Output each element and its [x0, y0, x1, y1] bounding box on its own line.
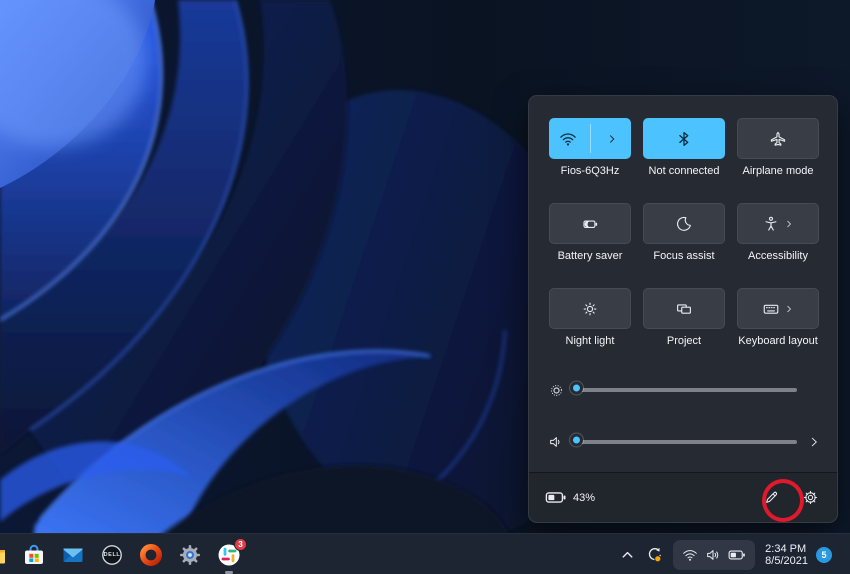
focus-assist-tile[interactable]	[643, 203, 725, 244]
bluetooth-tile[interactable]	[643, 118, 725, 159]
wifi-tile[interactable]	[549, 118, 631, 159]
system-tray: 2:34 PM 8/5/2021 5	[617, 534, 850, 574]
focus-assist-icon	[675, 215, 693, 233]
tray-volume-icon	[705, 547, 721, 563]
wifi-expand-button[interactable]	[594, 119, 631, 158]
microsoft-store-icon	[22, 543, 46, 567]
tray-sync-button[interactable]	[643, 544, 665, 566]
quick-settings-panel: Fios-6Q3Hz Not connected Airplane	[528, 95, 838, 523]
brightness-slider[interactable]	[575, 388, 797, 392]
brightness-slider-thumb[interactable]	[570, 382, 583, 395]
brightness-icon	[545, 382, 567, 399]
project-tile-label: Project	[667, 335, 701, 348]
mail-icon	[61, 543, 85, 567]
volume-output-expand-button[interactable]	[803, 431, 825, 453]
battery-saver-tile[interactable]	[549, 203, 631, 244]
night-light-tile[interactable]	[549, 288, 631, 329]
slack-notification-badge: 3	[234, 538, 247, 551]
desktop: Fios-6Q3Hz Not connected Airplane	[0, 0, 850, 574]
office-icon	[139, 543, 163, 567]
tray-clock[interactable]: 2:34 PM 8/5/2021	[765, 543, 808, 567]
airplane-mode-tile[interactable]	[737, 118, 819, 159]
tile-divider	[590, 124, 591, 153]
night-light-icon	[581, 300, 599, 318]
dell-logo-text: DELL	[100, 543, 124, 567]
chevron-right-icon	[605, 132, 619, 146]
project-tile[interactable]	[643, 288, 725, 329]
airplane-mode-tile-label: Airplane mode	[743, 165, 814, 178]
keyboard-layout-tile-label: Keyboard layout	[738, 335, 818, 348]
wifi-icon	[559, 130, 577, 148]
volume-slider-thumb[interactable]	[570, 434, 583, 447]
chevron-right-icon	[783, 303, 795, 315]
taskbar-dell-button[interactable]: DELL	[100, 543, 124, 567]
sync-arrows-icon	[645, 546, 663, 564]
battery-status[interactable]: 43%	[545, 490, 595, 505]
focus-assist-tile-label: Focus assist	[653, 250, 714, 263]
edit-quick-settings-button[interactable]	[759, 485, 784, 510]
settings-button[interactable]	[798, 485, 823, 510]
pencil-icon	[763, 489, 780, 506]
taskbar-slack-button[interactable]: 3	[217, 543, 241, 567]
brightness-slider-row	[529, 376, 837, 404]
volume-slider[interactable]	[575, 440, 797, 444]
project-icon	[675, 300, 693, 318]
taskbar-file-explorer-button[interactable]	[0, 543, 7, 567]
taskbar-settings-button[interactable]	[178, 543, 202, 567]
file-explorer-icon	[0, 543, 7, 567]
battery-saver-icon	[581, 215, 599, 233]
keyboard-layout-tile[interactable]	[737, 288, 819, 329]
chevron-right-icon	[807, 435, 821, 449]
volume-icon	[545, 434, 567, 450]
chevron-right-icon	[783, 218, 795, 230]
accessibility-tile[interactable]	[737, 203, 819, 244]
taskbar-app-icons: DELL	[0, 534, 241, 574]
quick-settings-footer: 43%	[529, 472, 837, 522]
airplane-icon	[769, 130, 787, 148]
accessibility-icon	[762, 215, 780, 233]
battery-saver-tile-label: Battery saver	[558, 250, 623, 263]
bluetooth-tile-label: Not connected	[649, 165, 720, 178]
taskbar: DELL	[0, 533, 850, 574]
bluetooth-icon	[675, 130, 693, 148]
wifi-toggle[interactable]	[550, 119, 587, 158]
notification-count-badge[interactable]: 5	[816, 547, 832, 563]
quick-settings-sliders	[529, 376, 837, 480]
night-light-tile-label: Night light	[566, 335, 615, 348]
accessibility-tile-label: Accessibility	[748, 250, 808, 263]
tray-overflow-button[interactable]	[617, 544, 638, 565]
battery-percent-label: 43%	[573, 492, 595, 504]
taskbar-microsoft-store-button[interactable]	[22, 543, 46, 567]
tray-battery-icon	[728, 548, 746, 562]
volume-slider-row	[529, 428, 837, 456]
tray-wifi-icon	[682, 547, 698, 563]
keyboard-icon	[762, 300, 780, 318]
taskbar-office-button[interactable]	[139, 543, 163, 567]
taskbar-mail-button[interactable]	[61, 543, 85, 567]
quick-settings-tile-grid: Fios-6Q3Hz Not connected Airplane	[549, 118, 819, 348]
slack-running-indicator	[225, 571, 233, 574]
tray-quick-settings-button[interactable]	[673, 540, 755, 570]
settings-gear-icon	[178, 543, 202, 567]
tray-time: 2:34 PM	[765, 543, 806, 555]
wifi-tile-label: Fios-6Q3Hz	[561, 165, 620, 178]
chevron-up-icon	[619, 546, 636, 563]
battery-icon	[545, 490, 567, 505]
gear-icon	[802, 489, 819, 506]
tray-date: 8/5/2021	[765, 555, 808, 567]
